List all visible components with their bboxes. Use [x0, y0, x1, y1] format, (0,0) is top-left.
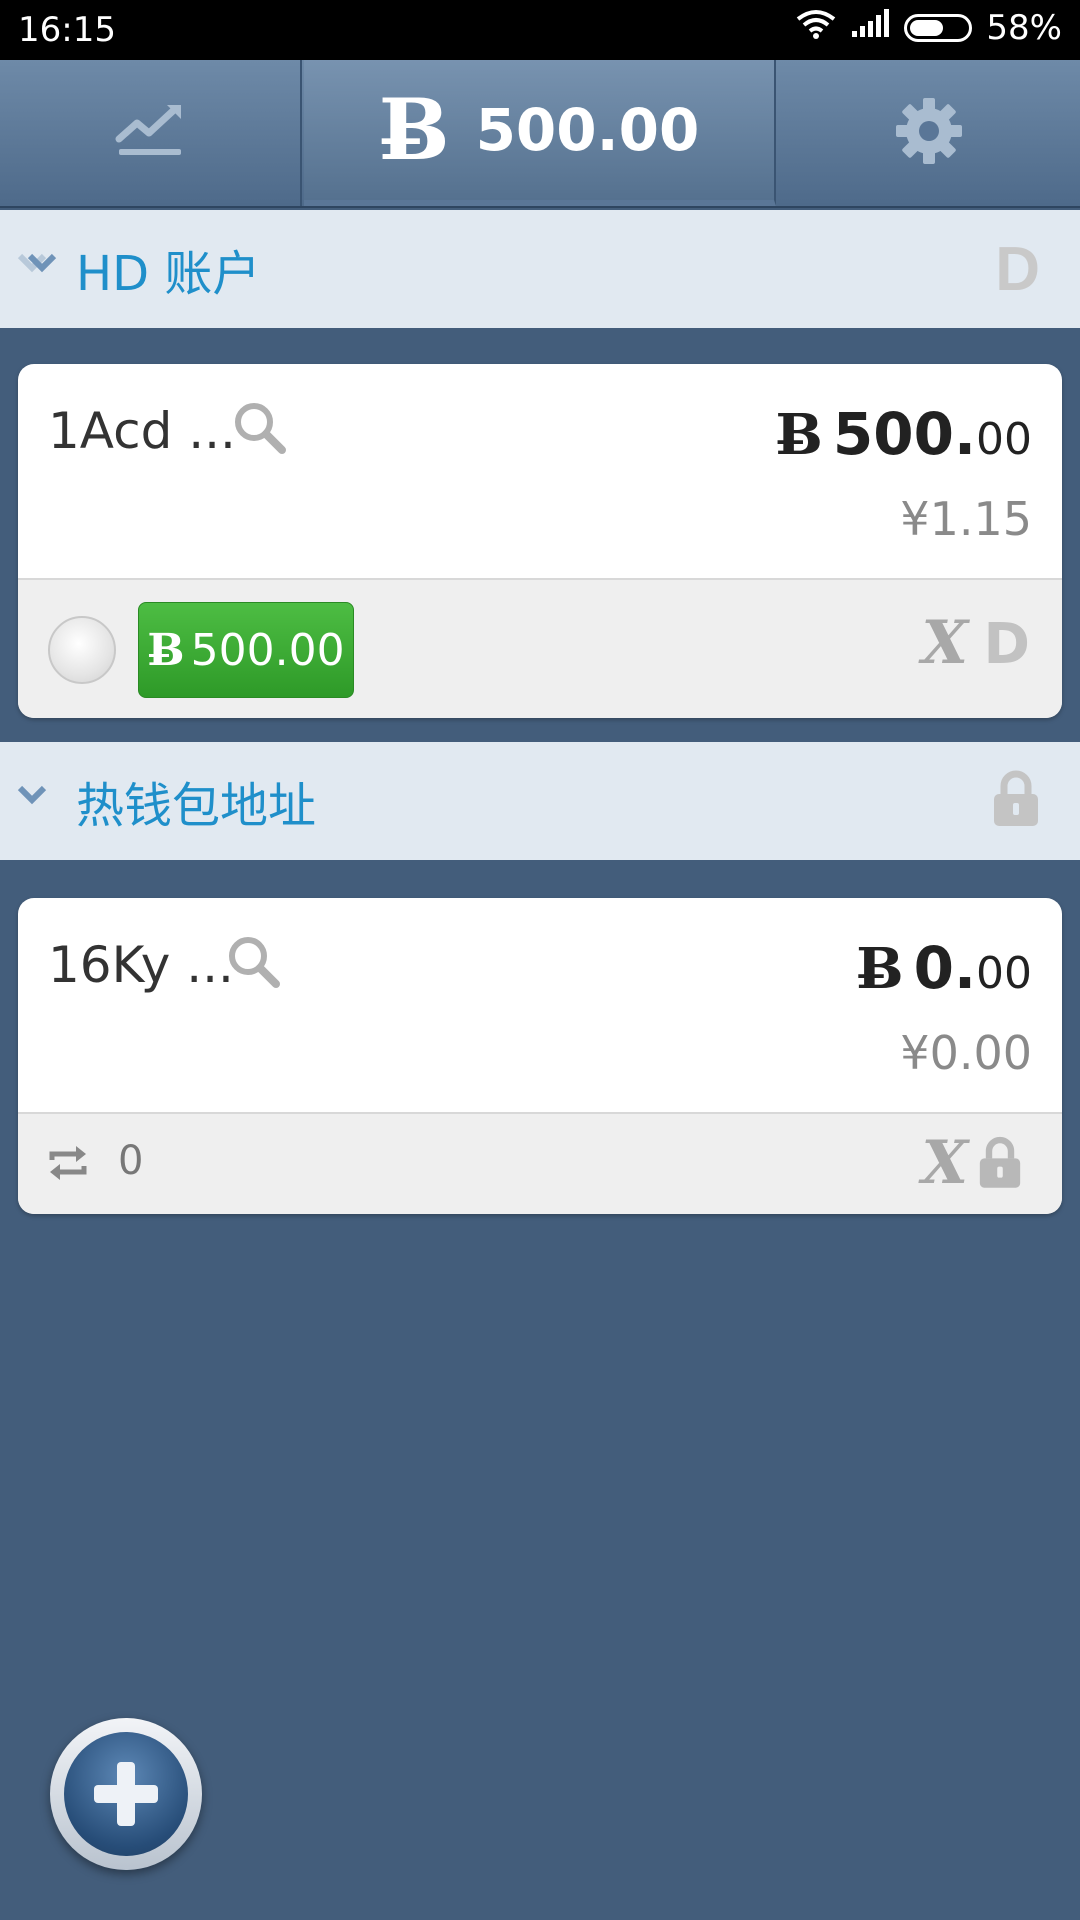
x-icon[interactable]: X: [921, 608, 968, 678]
fiat-balance: ¥1.15: [900, 492, 1032, 546]
bitcoin-symbol-icon: Ƀ: [856, 936, 904, 1002]
signal-icon: [850, 8, 890, 48]
battery-percent: 58%: [986, 8, 1062, 48]
x-icon[interactable]: X: [921, 1128, 968, 1198]
top-bar: Ƀ 500.00: [0, 60, 1080, 208]
button-amount: 500.00: [190, 624, 345, 676]
select-radio[interactable]: [48, 616, 116, 684]
balance-integer: 0.: [913, 934, 976, 1002]
d-icon[interactable]: D: [984, 612, 1030, 677]
search-icon[interactable]: [232, 400, 288, 460]
section-title: 热钱包地址: [76, 778, 317, 834]
address-card[interactable]: 1Acd ... Ƀ 500. 00 ¥1.15 Ƀ 500.00 X D: [18, 364, 1062, 718]
status-bar: 16:15 58%: [0, 0, 1080, 60]
chart-icon: [115, 101, 185, 165]
chevron-down-icon: [14, 782, 62, 816]
section-title: HD 账户: [76, 246, 261, 302]
card-bottom: 0 X: [18, 1114, 1062, 1214]
card-bottom: Ƀ 500.00 X D: [18, 580, 1062, 718]
balance-integer: 500.: [832, 400, 976, 468]
lock-icon[interactable]: [992, 770, 1040, 832]
search-icon[interactable]: [226, 934, 282, 994]
fiat-balance: ¥0.00: [900, 1026, 1032, 1080]
chevron-down-icon: [14, 250, 62, 284]
bitcoin-symbol-icon: Ƀ: [378, 80, 450, 179]
plus-icon: [64, 1732, 188, 1856]
tab-chart[interactable]: [0, 60, 302, 206]
card-top: 16Ky ... Ƀ 0. 00 ¥0.00: [18, 898, 1062, 1114]
transaction-count: 0: [118, 1138, 144, 1184]
total-balance: 500.00: [475, 96, 700, 164]
address-card[interactable]: 16Ky ... Ƀ 0. 00 ¥0.00 0 X: [18, 898, 1062, 1214]
send-amount-button[interactable]: Ƀ 500.00: [138, 602, 354, 698]
transactions-icon: [46, 1144, 90, 1186]
bitcoin-symbol-icon: Ƀ: [775, 402, 823, 468]
add-button[interactable]: [50, 1718, 202, 1870]
tab-balance[interactable]: Ƀ 500.00: [304, 60, 776, 206]
address-text: 16Ky ...: [48, 936, 234, 994]
balance-decimal: 00: [976, 948, 1032, 999]
gear-icon: [894, 96, 964, 170]
address-balance: Ƀ 500. 00: [776, 400, 1032, 468]
address-balance: Ƀ 0. 00: [856, 934, 1032, 1002]
address-text: 1Acd ...: [48, 402, 236, 460]
lock-icon[interactable]: [978, 1136, 1022, 1194]
status-icons: 58%: [796, 8, 1062, 48]
section-header-hot-wallet[interactable]: 热钱包地址: [0, 742, 1080, 860]
wifi-icon: [796, 8, 836, 48]
card-top: 1Acd ... Ƀ 500. 00 ¥1.15: [18, 364, 1062, 580]
d-icon[interactable]: D: [995, 234, 1040, 305]
status-time: 16:15: [18, 10, 116, 50]
battery-icon: [904, 14, 973, 42]
bitcoin-symbol-icon: Ƀ: [147, 624, 185, 676]
tab-settings[interactable]: [778, 60, 1080, 206]
balance-decimal: 00: [976, 414, 1032, 465]
section-header-hd-account[interactable]: HD 账户 D: [0, 210, 1080, 328]
